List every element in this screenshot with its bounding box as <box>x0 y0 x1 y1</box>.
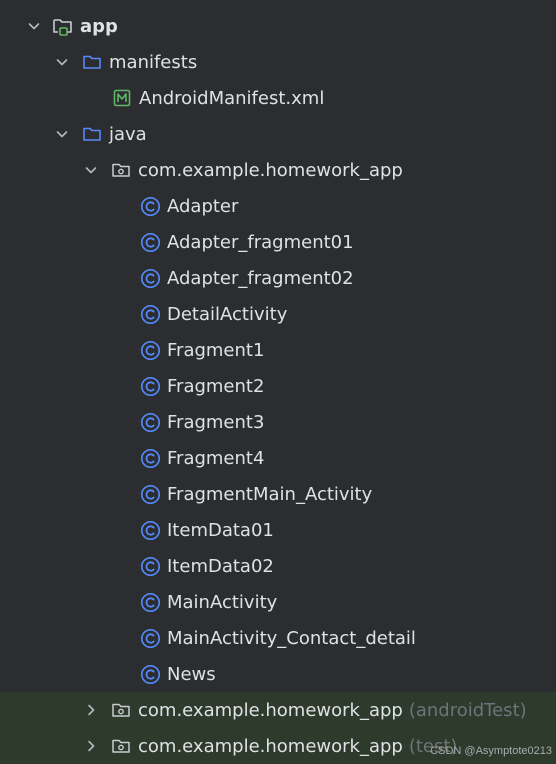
tree-node-app[interactable]: app <box>0 8 556 44</box>
tree-node-class[interactable]: Adapter_fragment02 <box>0 260 556 296</box>
tree-node-label: Adapter_fragment02 <box>167 267 354 289</box>
tree-node-label: Fragment1 <box>167 339 265 361</box>
tree-node-label: DetailActivity <box>167 303 288 325</box>
chevron-right-icon[interactable] <box>82 737 100 755</box>
class-icon <box>139 339 161 361</box>
package-icon <box>110 699 132 721</box>
tree-node-label: ItemData02 <box>167 555 274 577</box>
tree-node-class[interactable]: Fragment4 <box>0 440 556 476</box>
class-icon <box>139 267 161 289</box>
tree-node-label: Fragment4 <box>167 447 265 469</box>
tree-node-class[interactable]: Fragment1 <box>0 332 556 368</box>
class-icon <box>139 447 161 469</box>
class-icon <box>139 303 161 325</box>
tree-node-label: app <box>80 15 118 37</box>
watermark: CSDN @Asymptote0213 <box>430 745 552 757</box>
tree-node-package-android-test[interactable]: com.example.homework_app (androidTest) <box>0 692 556 728</box>
tree-node-class[interactable]: Adapter_fragment01 <box>0 224 556 260</box>
tree-node-label: Fragment2 <box>167 375 265 397</box>
tree-node-label: com.example.homework_app <box>138 159 403 181</box>
chevron-down-icon[interactable] <box>53 53 71 71</box>
package-icon <box>110 159 132 181</box>
chevron-down-icon[interactable] <box>25 17 43 35</box>
tree-node-class[interactable]: News <box>0 656 556 692</box>
tree-node-label: manifests <box>109 51 198 73</box>
tree-node-label: AndroidManifest.xml <box>139 87 325 109</box>
tree-node-class[interactable]: ItemData02 <box>0 548 556 584</box>
tree-node-class[interactable]: Fragment3 <box>0 404 556 440</box>
tree-node-class[interactable]: Fragment2 <box>0 368 556 404</box>
tree-node-label: java <box>109 123 147 145</box>
tree-node-class[interactable]: Adapter <box>0 188 556 224</box>
folder-icon <box>81 123 103 145</box>
tree-node-package-main[interactable]: com.example.homework_app <box>0 152 556 188</box>
class-icon <box>139 483 161 505</box>
class-icon <box>139 555 161 577</box>
tree-node-label: News <box>167 663 216 685</box>
tree-node-android-manifest[interactable]: AndroidManifest.xml <box>0 80 556 116</box>
tree-node-label: ItemData01 <box>167 519 274 541</box>
tree-node-class[interactable]: FragmentMain_Activity <box>0 476 556 512</box>
class-icon <box>139 195 161 217</box>
tree-node-label: MainActivity <box>167 591 278 613</box>
class-icon <box>139 519 161 541</box>
module-folder-icon <box>52 15 74 37</box>
package-icon <box>110 735 132 757</box>
tree-node-label: com.example.homework_app <box>138 735 403 757</box>
folder-icon <box>81 51 103 73</box>
tree-node-java[interactable]: java <box>0 116 556 152</box>
tree-node-label: Fragment3 <box>167 411 265 433</box>
tree-node-class[interactable]: DetailActivity <box>0 296 556 332</box>
class-icon <box>139 375 161 397</box>
chevron-down-icon[interactable] <box>53 125 71 143</box>
class-icon <box>139 627 161 649</box>
tree-node-label: FragmentMain_Activity <box>167 483 373 505</box>
tree-node-label: Adapter_fragment01 <box>167 231 354 253</box>
class-icon <box>139 231 161 253</box>
tree-node-class[interactable]: MainActivity_Contact_detail <box>0 620 556 656</box>
chevron-right-icon[interactable] <box>82 701 100 719</box>
class-icon <box>139 411 161 433</box>
tree-node-class[interactable]: MainActivity <box>0 584 556 620</box>
class-icon <box>139 591 161 613</box>
manifest-file-icon <box>111 87 133 109</box>
project-tree: app manifests AndroidManifest.xml java c… <box>0 8 556 764</box>
tree-node-manifests[interactable]: manifests <box>0 44 556 80</box>
class-icon <box>139 663 161 685</box>
tree-node-class[interactable]: ItemData01 <box>0 512 556 548</box>
tree-node-label: MainActivity_Contact_detail <box>167 627 416 649</box>
chevron-down-icon[interactable] <box>82 161 100 179</box>
tree-node-label: com.example.homework_app <box>138 699 403 721</box>
tree-node-label: Adapter <box>167 195 239 217</box>
tree-node-suffix: (androidTest) <box>408 699 527 721</box>
